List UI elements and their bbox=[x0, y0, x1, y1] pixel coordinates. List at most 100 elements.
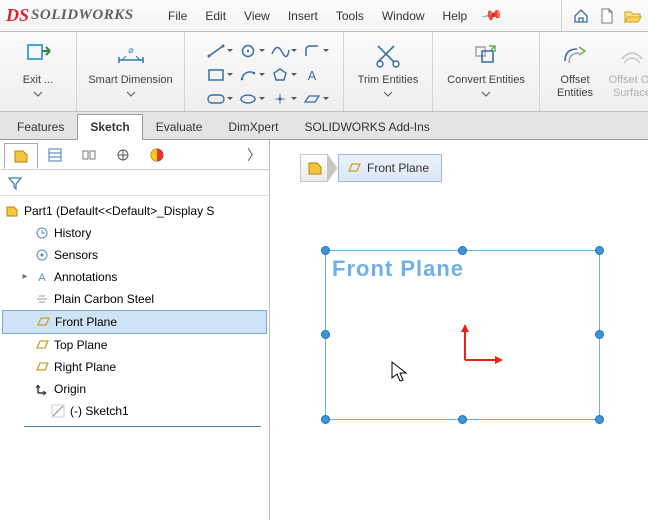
breadcrumb-arrow-icon bbox=[328, 154, 338, 182]
menu-insert[interactable]: Insert bbox=[280, 5, 326, 27]
plane-icon bbox=[34, 359, 50, 375]
tree-item-history[interactable]: History bbox=[2, 222, 267, 244]
handle-icon[interactable] bbox=[458, 415, 467, 424]
polygon-tool-icon[interactable] bbox=[269, 66, 291, 84]
handle-icon[interactable] bbox=[595, 246, 604, 255]
menu-tools[interactable]: Tools bbox=[328, 5, 372, 27]
exit-sketch-button[interactable]: Exit ... bbox=[8, 36, 68, 97]
handle-icon[interactable] bbox=[321, 330, 330, 339]
breadcrumb-part-icon[interactable] bbox=[300, 154, 328, 182]
menu-window[interactable]: Window bbox=[374, 5, 433, 27]
dropdown-icon[interactable] bbox=[481, 91, 491, 97]
filter-row bbox=[0, 170, 269, 196]
appearance-icon bbox=[149, 147, 165, 163]
graphics-area[interactable]: Front Plane Front Plane bbox=[270, 140, 648, 520]
filter-icon[interactable] bbox=[8, 176, 22, 190]
command-manager-tabs: Features Sketch Evaluate DimXpert SOLIDW… bbox=[0, 112, 648, 140]
part-icon bbox=[4, 203, 20, 219]
tab-addins[interactable]: SOLIDWORKS Add-Ins bbox=[291, 114, 442, 139]
tree-item-annotations[interactable]: ▸ A Annotations bbox=[2, 266, 267, 288]
point-tool-icon[interactable] bbox=[269, 90, 291, 108]
trim-entities-button[interactable]: Trim Entities bbox=[352, 36, 424, 97]
offset-entities-button[interactable]: Offset Entities bbox=[548, 36, 602, 99]
panel-tab-row: 〉 bbox=[0, 140, 269, 170]
spline-tool-icon[interactable] bbox=[269, 42, 291, 60]
rectangle-tool-icon[interactable] bbox=[205, 66, 227, 84]
menu-file[interactable]: File bbox=[160, 5, 195, 27]
svg-text:A: A bbox=[38, 272, 46, 284]
ellipse-tool-icon[interactable] bbox=[237, 90, 259, 108]
tree-label: History bbox=[54, 223, 91, 243]
menu-help[interactable]: Help bbox=[435, 5, 476, 27]
exit-sketch-icon bbox=[23, 40, 53, 70]
slot-tool-icon[interactable] bbox=[205, 90, 227, 108]
origin-icon bbox=[34, 381, 50, 397]
panel-expand-icon[interactable]: 〉 bbox=[247, 145, 265, 165]
handle-icon[interactable] bbox=[595, 415, 604, 424]
dimxpert-icon bbox=[115, 147, 131, 163]
tab-sketch[interactable]: Sketch bbox=[77, 114, 142, 140]
logo-ds-icon: DS bbox=[6, 5, 29, 26]
main-menu: File Edit View Insert Tools Window Help … bbox=[160, 0, 501, 31]
handle-icon[interactable] bbox=[595, 330, 604, 339]
plane-label: Front Plane bbox=[332, 256, 464, 282]
menubar: DS SOLIDWORKS File Edit View Insert Tool… bbox=[0, 0, 648, 32]
open-icon[interactable] bbox=[624, 7, 642, 25]
panel-tab-featuretree[interactable] bbox=[4, 143, 38, 169]
home-icon[interactable] bbox=[572, 7, 590, 25]
tree-item-sketch1[interactable]: (-) Sketch1 bbox=[2, 400, 267, 422]
fillet-tool-icon[interactable] bbox=[301, 42, 323, 60]
sensors-icon bbox=[34, 247, 50, 263]
panel-tab-dimxpert[interactable] bbox=[106, 142, 140, 168]
tab-features[interactable]: Features bbox=[4, 114, 77, 139]
svg-text:A: A bbox=[308, 68, 317, 83]
breadcrumb-plane[interactable]: Front Plane bbox=[338, 154, 442, 182]
panel-tab-property[interactable] bbox=[38, 142, 72, 168]
featuretree-icon bbox=[13, 148, 29, 164]
new-doc-icon[interactable] bbox=[598, 7, 616, 25]
convert-entities-button[interactable]: Convert Entities bbox=[441, 36, 531, 97]
menu-view[interactable]: View bbox=[236, 5, 278, 27]
handle-icon[interactable] bbox=[458, 246, 467, 255]
tree-item-front-plane[interactable]: Front Plane bbox=[2, 310, 267, 334]
expander-icon[interactable]: ▸ bbox=[20, 267, 30, 287]
tree-item-sensors[interactable]: Sensors bbox=[2, 244, 267, 266]
app-logo: DS SOLIDWORKS bbox=[0, 0, 160, 32]
dropdown-icon[interactable] bbox=[33, 91, 43, 97]
logo-text: SOLIDWORKS bbox=[31, 7, 134, 24]
pin-icon[interactable]: 📌 bbox=[480, 4, 504, 28]
text-tool-icon[interactable]: A bbox=[301, 66, 323, 84]
tree-item-top-plane[interactable]: Top Plane bbox=[2, 334, 267, 356]
tree-root[interactable]: Part1 (Default<<Default>_Display S bbox=[2, 200, 267, 222]
plane-icon bbox=[35, 314, 51, 330]
rollback-bar[interactable] bbox=[24, 426, 261, 427]
breadcrumb: Front Plane bbox=[300, 154, 442, 182]
offset-surface-icon bbox=[617, 40, 647, 70]
smart-dimension-button[interactable]: ⌀ Smart Dimension bbox=[81, 36, 181, 97]
line-tool-icon[interactable] bbox=[205, 42, 227, 60]
arc-tool-icon[interactable] bbox=[237, 66, 259, 84]
tree-item-material[interactable]: Plain Carbon Steel bbox=[2, 288, 267, 310]
dropdown-icon[interactable] bbox=[383, 91, 393, 97]
trim-icon bbox=[373, 40, 403, 70]
dropdown-icon[interactable] bbox=[126, 91, 136, 97]
panel-tab-display[interactable] bbox=[140, 142, 174, 168]
circle-tool-icon[interactable] bbox=[237, 42, 259, 60]
panel-tab-config[interactable] bbox=[72, 142, 106, 168]
tree-item-right-plane[interactable]: Right Plane bbox=[2, 356, 267, 378]
handle-icon[interactable] bbox=[321, 415, 330, 424]
tree-root-label: Part1 (Default<<Default>_Display S bbox=[24, 201, 214, 221]
handle-icon[interactable] bbox=[321, 246, 330, 255]
quick-access bbox=[561, 0, 648, 31]
tab-dimxpert[interactable]: DimXpert bbox=[215, 114, 291, 139]
ribbon-group-convert: Convert Entities bbox=[433, 32, 540, 111]
offset-surface-label: Offset On Surface bbox=[609, 74, 648, 99]
menu-edit[interactable]: Edit bbox=[197, 5, 234, 27]
ribbon-group-trim: Trim Entities bbox=[344, 32, 433, 111]
trim-label: Trim Entities bbox=[358, 74, 419, 87]
feature-manager-panel: 〉 Part1 (Default<<Default>_Display S His… bbox=[0, 140, 270, 520]
tab-evaluate[interactable]: Evaluate bbox=[143, 114, 216, 139]
ribbon-group-offset: Offset Entities Offset On Surface bbox=[540, 32, 648, 111]
tree-item-origin[interactable]: Origin bbox=[2, 378, 267, 400]
plane-tool-icon[interactable] bbox=[301, 90, 323, 108]
